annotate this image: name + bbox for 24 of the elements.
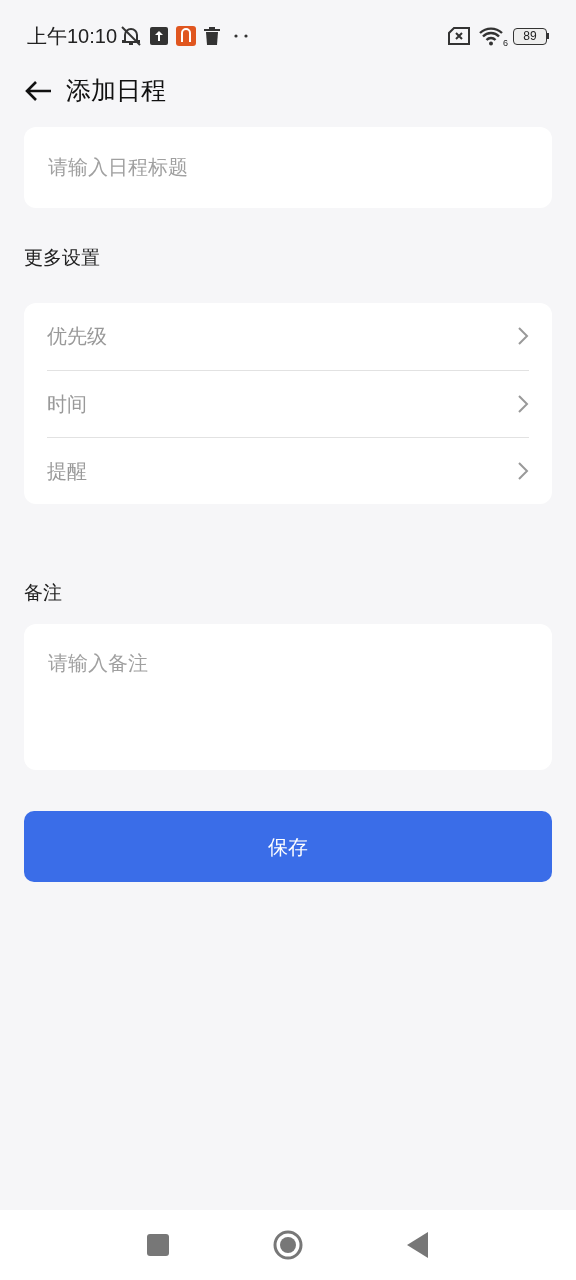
status-time: 上午10:10 [27, 24, 118, 49]
more-icon [234, 34, 249, 38]
chevron-right-icon [517, 460, 529, 481]
back-arrow-icon[interactable] [24, 80, 52, 102]
battery-icon: 89 [513, 27, 549, 45]
section-heading: 备注 [24, 580, 63, 605]
no-sim-icon [448, 27, 470, 45]
settings-row[interactable]: 优先级 [47, 302, 529, 370]
notes-input-field[interactable]: 请输入备注 [24, 624, 552, 770]
wifi-label: 6 [503, 36, 508, 50]
section-heading: 更多设置 [24, 246, 101, 270]
wifi-icon [479, 26, 503, 46]
back-icon[interactable] [407, 1232, 429, 1258]
chevron-right-icon [517, 326, 529, 346]
settings-row[interactable]: 提醒 [47, 436, 529, 504]
trash-icon [204, 27, 221, 45]
settings-row[interactable]: 时间 [47, 369, 529, 437]
app-icon [176, 26, 197, 46]
title-input-field[interactable]: 请输入日程标题 [24, 127, 552, 208]
page-title: 添加日程 [66, 75, 166, 107]
home-icon[interactable] [273, 1230, 303, 1260]
upload-icon [150, 27, 169, 45]
save-button[interactable]: 保存 [24, 811, 552, 882]
chevron-right-icon [517, 393, 529, 414]
